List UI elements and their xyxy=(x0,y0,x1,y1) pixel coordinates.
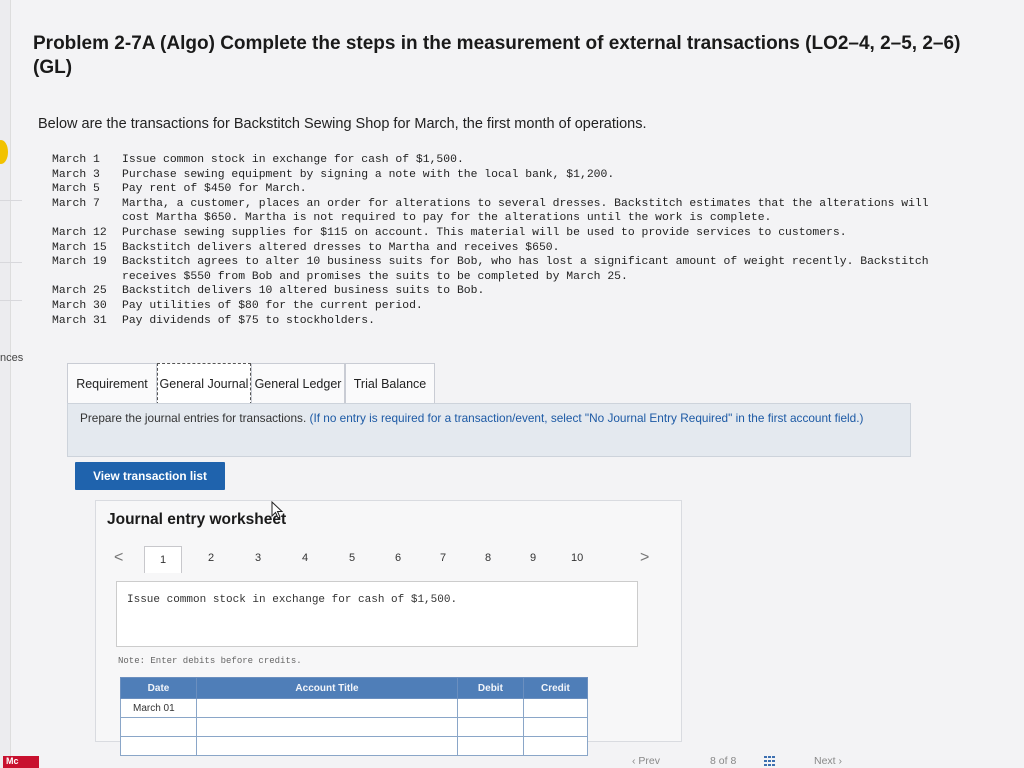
column-header-account-title: Account Title xyxy=(196,677,458,699)
pager-page-6[interactable]: 6 xyxy=(395,552,401,564)
transaction-row: March 3 Purchase sewing equipment by sig… xyxy=(52,168,952,183)
table-row xyxy=(119,736,589,756)
requirement-tabs: Requirement General Journal General Ledg… xyxy=(67,363,435,405)
account-title-select[interactable] xyxy=(196,698,458,718)
column-header-credit: Credit xyxy=(522,677,589,699)
transaction-date: March 25 xyxy=(52,285,107,298)
transaction-text: Purchase sewing supplies for $115 on acc… xyxy=(122,226,847,239)
instruction-box: Prepare the journal entries for transact… xyxy=(67,403,911,457)
entry-pager: < 1 2 3 4 5 6 7 8 9 10 > xyxy=(110,546,670,573)
pager-prev-arrow[interactable]: < xyxy=(114,549,123,567)
instruction-note: (If no entry is required for a transacti… xyxy=(309,411,864,425)
next-button[interactable]: Next › xyxy=(814,755,842,767)
transaction-date: March 12 xyxy=(52,226,107,239)
transaction-row: March 19 Backstitch agrees to alter 10 bu… xyxy=(52,255,952,284)
transaction-date: March 19 xyxy=(52,256,107,269)
transaction-date: March 3 xyxy=(52,168,107,181)
transaction-text: Pay dividends of $75 to stockholders. xyxy=(122,314,375,327)
transaction-text: Purchase sewing equipment by signing a n… xyxy=(122,168,615,181)
entry-date-cell xyxy=(119,717,198,737)
rail-divider xyxy=(0,200,22,201)
transaction-description: Issue common stock in exchange for cash … xyxy=(116,581,638,647)
transaction-row: March 25 Backstitch delivers 10 altered b… xyxy=(52,284,952,299)
pager-page-1[interactable]: 1 xyxy=(144,546,182,573)
credit-input[interactable] xyxy=(522,717,589,737)
tab-requirement[interactable]: Requirement xyxy=(67,363,157,404)
journal-entry-table: Date Account Title Debit Credit March 01 xyxy=(119,677,589,756)
transaction-row: March 15 Backstitch delivers altered dres… xyxy=(52,241,952,256)
tab-general-ledger[interactable]: General Ledger xyxy=(251,363,345,404)
prev-label: Prev xyxy=(638,755,661,767)
transaction-text: Pay utilities of $80 for the current per… xyxy=(122,299,423,312)
transaction-text: Backstitch agrees to alter 10 business s… xyxy=(122,256,929,283)
mcgraw-hill-logo: Mc xyxy=(3,756,39,768)
pager-page-2[interactable]: 2 xyxy=(208,552,214,564)
transaction-list: March 1 Issue common stock in exchange f… xyxy=(52,153,952,328)
pager-page-3[interactable]: 3 xyxy=(255,552,261,564)
pager-page-7[interactable]: 7 xyxy=(440,552,446,564)
transaction-row: March 31 Pay dividends of $75 to stockhol… xyxy=(52,314,952,329)
transaction-text: Backstitch delivers altered dresses to M… xyxy=(122,241,560,254)
entry-date-cell xyxy=(119,736,198,756)
table-row: March 01 xyxy=(119,698,589,718)
transaction-date: March 31 xyxy=(52,314,107,327)
rail-divider xyxy=(0,262,22,263)
tab-trial-balance[interactable]: Trial Balance xyxy=(345,363,435,404)
transaction-date: March 7 xyxy=(52,197,107,210)
view-transaction-list-button[interactable]: View transaction list xyxy=(75,462,225,490)
intro-text: Below are the transactions for Backstitc… xyxy=(38,116,647,132)
account-title-select[interactable] xyxy=(196,736,458,756)
worksheet-title: Journal entry worksheet xyxy=(107,511,287,528)
pager-page-9[interactable]: 9 xyxy=(530,552,536,564)
pager-page-8[interactable]: 8 xyxy=(485,552,491,564)
transaction-row: March 1 Issue common stock in exchange f… xyxy=(52,153,952,168)
grid-icon[interactable] xyxy=(764,756,776,766)
account-title-select[interactable] xyxy=(196,717,458,737)
transaction-text: Backstitch delivers 10 altered business … xyxy=(122,285,485,298)
transaction-date: March 5 xyxy=(52,183,107,196)
journal-entry-worksheet: Journal entry worksheet < 1 2 3 4 5 6 7 … xyxy=(95,500,682,756)
transaction-row: March 7 Martha, a customer, places an or… xyxy=(52,197,952,226)
transaction-text: Issue common stock in exchange for cash … xyxy=(122,154,464,166)
transaction-text: Pay rent of $450 for March. xyxy=(122,183,307,196)
pager-page-10[interactable]: 10 xyxy=(571,552,583,564)
debit-credit-note: Note: Enter debits before credits. xyxy=(118,656,302,666)
column-header-debit: Debit xyxy=(456,677,524,699)
next-label: Next xyxy=(814,755,836,767)
page-current: 8 xyxy=(710,755,716,767)
transaction-date: March 1 xyxy=(52,154,107,166)
transaction-row: March 5 Pay rent of $450 for March. xyxy=(52,182,952,197)
transaction-date: March 30 xyxy=(52,299,107,312)
left-rail xyxy=(0,0,11,768)
transaction-row: March 30 Pay utilities of $80 for the cur… xyxy=(52,299,952,314)
tab-general-journal[interactable]: General Journal xyxy=(157,363,251,405)
page-total: 8 xyxy=(730,755,737,767)
mouse-pointer-icon xyxy=(271,501,284,519)
entry-date-cell: March 01 xyxy=(119,698,198,718)
debit-input[interactable] xyxy=(456,717,524,737)
transaction-text: Martha, a customer, places an order for … xyxy=(122,197,929,225)
side-tab-references[interactable]: nces xyxy=(0,352,23,364)
credit-input[interactable] xyxy=(522,698,589,718)
page-of: of xyxy=(718,755,728,767)
credit-input[interactable] xyxy=(522,736,589,756)
instruction-text: Prepare the journal entries for transact… xyxy=(80,411,307,425)
column-header-date: Date xyxy=(119,677,198,699)
rail-divider xyxy=(0,300,22,301)
debit-input[interactable] xyxy=(456,698,524,718)
page-title: Problem 2-7A (Algo) Complete the steps i… xyxy=(33,33,961,78)
prev-button[interactable]: ‹ Prev xyxy=(632,755,660,767)
table-row xyxy=(119,717,589,737)
page-indicator: 8 of 8 xyxy=(710,755,736,767)
pager-next-arrow[interactable]: > xyxy=(640,549,649,567)
transaction-row: March 12 Purchase sewing supplies for $11… xyxy=(52,226,952,241)
debit-input[interactable] xyxy=(456,736,524,756)
pager-page-5[interactable]: 5 xyxy=(349,552,355,564)
transaction-date: March 15 xyxy=(52,241,107,254)
pager-page-4[interactable]: 4 xyxy=(302,552,308,564)
